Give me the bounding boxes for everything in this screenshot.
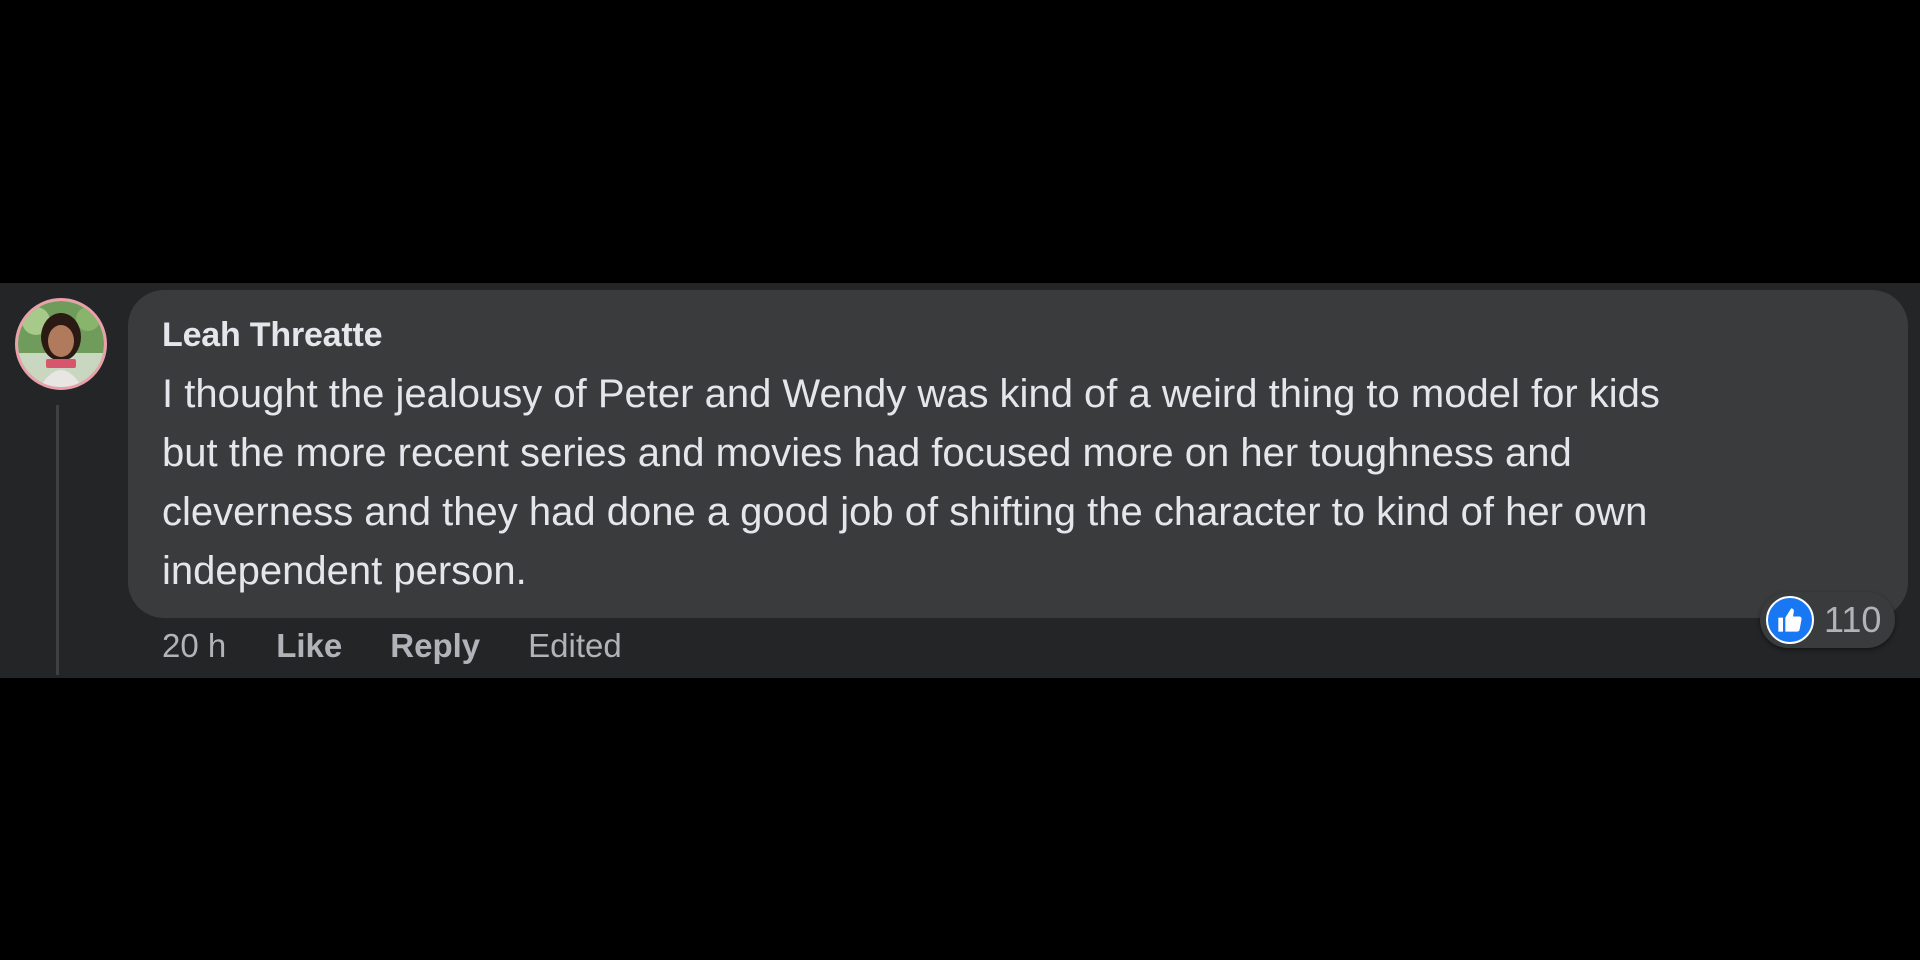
edited-label[interactable]: Edited — [528, 627, 622, 665]
reaction-summary[interactable]: 110 — [1760, 592, 1896, 648]
reply-button[interactable]: Reply — [390, 627, 480, 665]
thread-line — [56, 405, 59, 675]
comment-body-line: I thought the jealousy of Peter and Wend… — [162, 372, 1660, 416]
avatar-image — [18, 301, 104, 387]
thumbs-up-icon — [1766, 596, 1814, 644]
reaction-count: 110 — [1824, 599, 1882, 640]
like-button[interactable]: Like — [276, 627, 342, 665]
comment-body-line: cleverness and they had done a good job … — [162, 490, 1648, 534]
avatar[interactable] — [15, 298, 107, 390]
comment-body: I thought the jealousy of Peter and Wend… — [162, 365, 1887, 601]
comment-body-line: but the more recent series and movies ha… — [162, 431, 1572, 475]
comment-author[interactable]: Leah Threatte — [162, 316, 383, 355]
comment-timestamp[interactable]: 20 h — [162, 627, 226, 665]
comment-actions: 20 h Like Reply Edited — [162, 624, 622, 668]
comment-body-line: independent person. — [162, 549, 527, 593]
